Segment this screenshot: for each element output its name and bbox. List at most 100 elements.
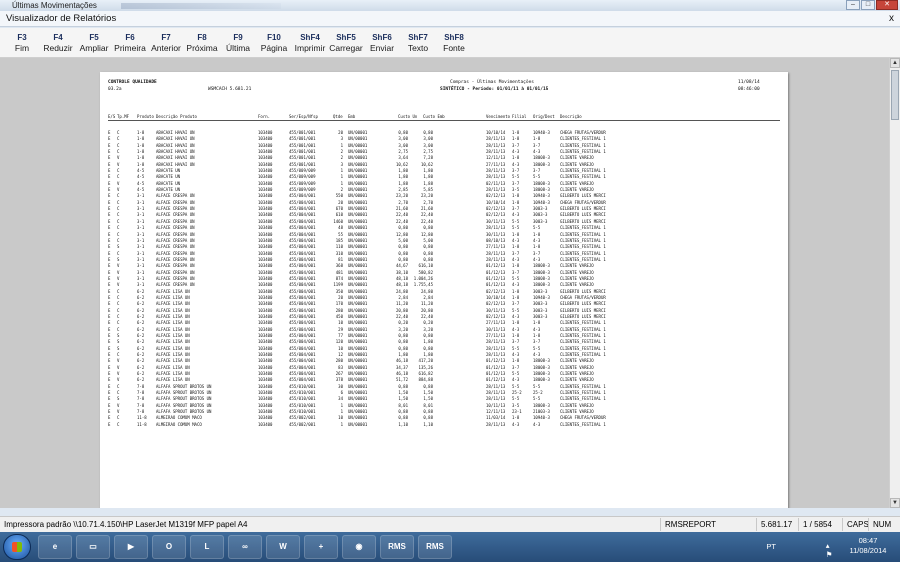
toolbar-button-próxima[interactable]: F8 Próxima [184,28,220,57]
table-cell: E [108,237,111,243]
table-cell: UN/00001 [348,282,368,288]
toolbar-label: Próxima [186,43,218,53]
table-cell: 4-3 [512,149,520,155]
table-cell: 1,80 [398,168,408,174]
table-cell: 08/10/13 [486,237,506,243]
report-viewer[interactable]: CONTROLE QUALIDADE 03.2a WSMCACH 5.681.2… [0,58,889,508]
table-cell: 455/001/001 [289,155,316,161]
outlook-icon[interactable]: O [152,535,186,559]
table-cell: C [117,199,120,205]
table-cell: UN/00001 [348,231,368,237]
table-cell: 01/12/13 [486,377,506,383]
toolbar-button-fim[interactable]: F3 Fim [4,28,40,57]
table-cell: 4-3 [512,256,520,262]
table-cell: ALFACE LISA UN [156,333,190,338]
table-cell: ALFACE LISA UN [156,301,190,307]
table-cell: 3-1 [137,212,145,218]
rms-icon-2[interactable]: RMS [418,535,452,559]
table-cell: E [108,263,111,269]
table-cell: 310 [335,250,343,256]
table-cell: 103400 [258,155,273,161]
table-cell: ABACATE UN [156,174,181,180]
table-cell: ABACAXI HAVAI UN [156,142,195,148]
toolbar-button-fonte[interactable]: ShF8 Fonte [436,28,472,57]
table-cell: ALFAFA SPROUT BROTOS UN [156,383,212,389]
table-cell: 103400 [258,174,273,180]
minimize-button[interactable]: – [846,0,860,10]
viewer-close-button[interactable]: x [889,11,894,27]
table-cell: 616,10 [418,263,433,269]
vertical-scrollbar[interactable]: ▲ ▼ [889,58,900,508]
table-cell: 5-5 [512,345,520,351]
toolbar-button-reduzir[interactable]: F4 Reduzir [40,28,76,57]
table-cell: UN/00001 [348,155,368,161]
table-cell: CLIENTES_FESTIVAL 1 [560,174,606,180]
table-cell: 3-7 [512,180,520,186]
media-icon[interactable]: ▶ [114,535,148,559]
maximize-button[interactable]: □ [861,0,875,10]
clock[interactable]: 08:47 11/08/2014 [846,536,890,556]
table-cell: 5,00 [423,237,433,243]
table-cell: 02/11/13 [486,180,506,186]
column-header: Produto [137,114,154,119]
table-cell: 455/002/001 [289,421,316,427]
toolbar-button-última[interactable]: F9 Última [220,28,256,57]
table-cell: ALMEIRAO COMUM MACO [156,421,202,427]
toolbar-button-ampliar[interactable]: F5 Ampliar [76,28,112,57]
language-indicator[interactable]: PT [766,542,776,551]
table-cell: 1-8 [512,199,520,205]
table-cell: 46,18 [395,371,408,377]
table-cell: 1-8 [512,155,520,161]
table-cell: 455/001/001 [289,142,316,148]
table-cell: 0,80 [423,250,433,256]
toolbar-button-enviar[interactable]: ShF6 Enviar [364,28,400,57]
table-cell: 1 [340,402,343,408]
toolbar-button-texto[interactable]: ShF7 Texto [400,28,436,57]
table-cell: 3 [340,136,343,142]
table-cell: E [108,409,111,415]
toolbar-button-página[interactable]: F10 Página [256,28,292,57]
scroll-up-arrow[interactable]: ▲ [890,58,900,68]
table-cell: 27/11/13 [486,244,506,250]
table-cell: V [117,409,120,415]
table-cell: 18008-3 [533,402,550,408]
table-cell: 12 [338,352,343,358]
toolbar-label: Reduzir [43,43,73,53]
table-cell: 1-8 [512,130,520,135]
table-cell: E [108,187,111,193]
table-cell: 02/12/13 [486,301,506,307]
app-icon[interactable]: ◉ [342,535,376,559]
toolbar-button-anterior[interactable]: F7 Anterior [148,28,184,57]
scroll-down-arrow[interactable]: ▼ [890,498,900,508]
table-cell: 874 [335,275,343,281]
table-cell: GILBERTO LUIS MERCI [560,206,606,212]
rms-icon[interactable]: RMS [380,535,414,559]
table-cell: 1-8 [512,263,520,269]
toolbar-button-carregar[interactable]: ShF5 Carregar [328,28,364,57]
table-cell: 10/10/14 [486,294,506,300]
table-cell: 455/001/001 [289,149,316,155]
toolbar-button-imprimir[interactable]: ShF4 Imprimir [292,28,328,57]
table-cell: 103400 [258,390,273,396]
tray-icons[interactable]: ▴ ⚑ ▭ ◀) [826,541,834,562]
column-header: Descrição [560,114,582,119]
table-cell: E [108,130,111,135]
ie-icon[interactable]: e [38,535,72,559]
table-cell: 103400 [258,161,273,167]
table-cell: 7-8 [137,402,145,408]
table-cell: 3,64 [398,155,408,161]
word-icon[interactable]: W [266,535,300,559]
table-cell: 1-8 [137,136,145,142]
start-button[interactable] [3,534,31,560]
lync-icon[interactable]: L [190,535,224,559]
scroll-thumb[interactable] [891,70,899,120]
folder-icon[interactable]: ▭ [76,535,110,559]
close-button[interactable]: ✕ [876,0,898,10]
rings-icon[interactable]: ∞ [228,535,262,559]
report-date: 11/08/14 [738,80,760,85]
page-count-status: 1 / 5854 [798,518,842,531]
table-cell: E [108,364,111,370]
setup-icon[interactable]: + [304,535,338,559]
table-cell: 0,80 [398,225,408,231]
toolbar-button-primeira[interactable]: F6 Primeira [112,28,148,57]
